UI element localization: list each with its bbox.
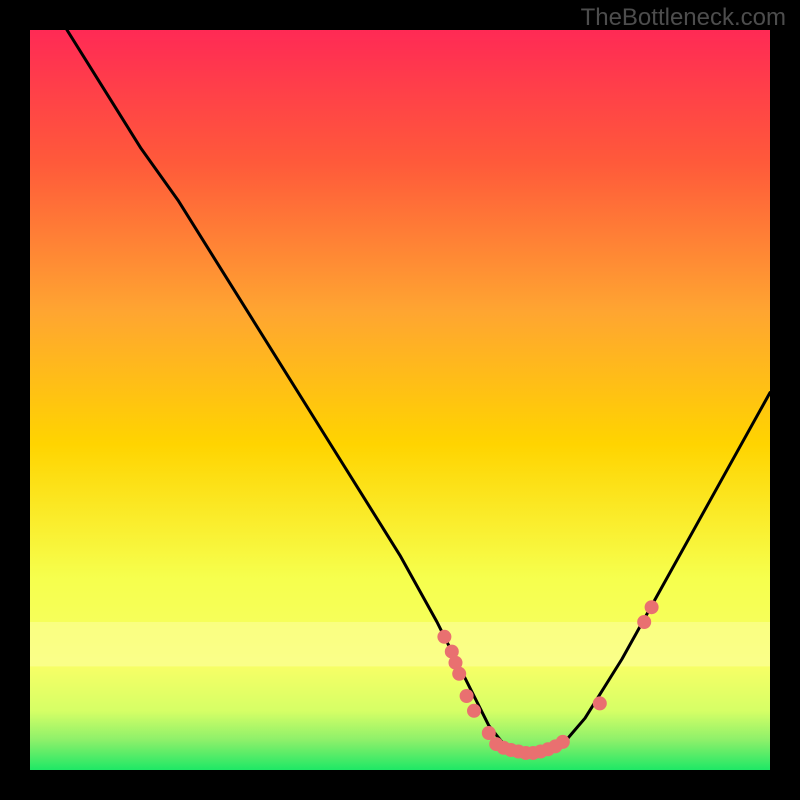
watermark-text: TheBottleneck.com xyxy=(581,4,786,32)
plot-area xyxy=(30,30,770,770)
chart-svg xyxy=(30,30,770,770)
chart-container: TheBottleneck.com xyxy=(0,0,800,800)
